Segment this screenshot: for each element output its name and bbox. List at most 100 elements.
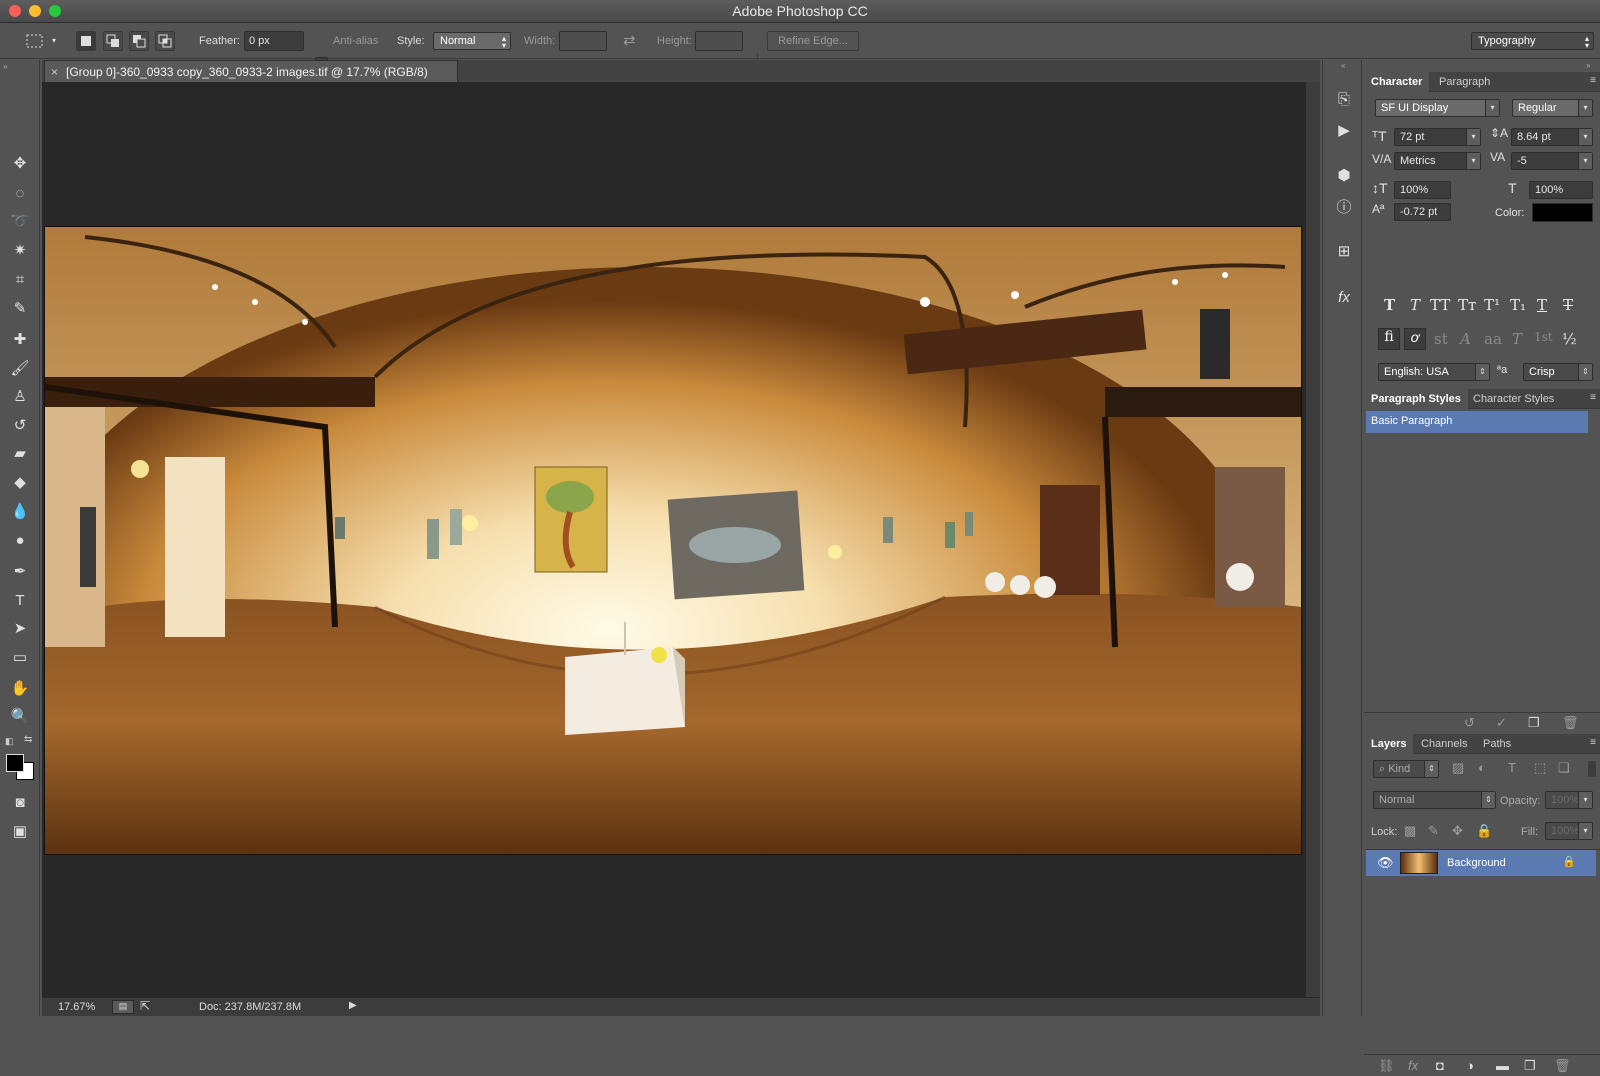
font-style-select[interactable]: Regular ▾	[1512, 99, 1593, 117]
font-family-select[interactable]: SF UI Display ▾	[1375, 99, 1500, 117]
discretionary-ligatures-button[interactable]: st	[1434, 330, 1448, 348]
tab-character[interactable]: Character	[1364, 72, 1430, 92]
tab-paragraph[interactable]: Paragraph	[1432, 72, 1497, 92]
panel-menu-icon[interactable]: ≡	[1590, 737, 1596, 748]
panel-menu-icon[interactable]: ≡	[1590, 75, 1596, 86]
zoom-tool-icon[interactable]: 🔍	[8, 705, 32, 727]
small-caps-button[interactable]: Tт	[1458, 296, 1476, 314]
pen-tool-icon[interactable]: ✒	[8, 560, 32, 582]
marquee-preset-icon[interactable]	[22, 31, 48, 51]
elliptical-marquee-tool-icon[interactable]: ◌	[8, 182, 32, 204]
lock-pixels-icon[interactable]: ✎	[1428, 823, 1439, 839]
clear-override-icon[interactable]: ↺	[1464, 715, 1475, 731]
titling-alternates-button[interactable]: T	[1512, 330, 1522, 348]
tab-paths[interactable]: Paths	[1476, 734, 1518, 754]
collapse-arrows-icon[interactable]: »	[3, 62, 7, 71]
link-layers-icon[interactable]: ⛓	[1378, 1058, 1395, 1074]
tracking-input[interactable]: -5 ▾	[1511, 152, 1593, 170]
superscript-button[interactable]: T¹	[1484, 296, 1500, 314]
share-icon[interactable]: ⇱	[140, 999, 150, 1013]
brush-tool-icon[interactable]: 🖌	[8, 357, 32, 379]
baseline-shift-input[interactable]: -0.72 pt	[1394, 203, 1451, 221]
width-input[interactable]	[559, 31, 607, 51]
tab-channels[interactable]: Channels	[1414, 734, 1474, 754]
magic-wand-tool-icon[interactable]: ✷	[8, 239, 32, 261]
paint-bucket-tool-icon[interactable]: ◆	[8, 471, 32, 493]
crop-tool-icon[interactable]: ⌗	[8, 268, 32, 290]
new-layer-icon[interactable]: ❐	[1524, 1058, 1536, 1074]
new-selection-icon[interactable]	[76, 31, 96, 51]
old-style-button[interactable]: ơ	[1404, 328, 1426, 350]
lock-position-icon[interactable]: ✥	[1452, 823, 1463, 839]
kerning-select[interactable]: Metrics ▾	[1394, 152, 1481, 170]
swash-button[interactable]: A	[1460, 330, 1471, 348]
new-group-icon[interactable]: ▬	[1496, 1058, 1509, 1073]
strikethrough-button[interactable]: T	[1563, 296, 1573, 314]
opacity-input[interactable]: 100% ▾	[1545, 791, 1593, 809]
fractions-button[interactable]: ½	[1562, 330, 1577, 348]
filter-toggle[interactable]	[1588, 761, 1596, 777]
status-menu-arrow-icon[interactable]: ▶	[349, 1000, 357, 1011]
delete-layer-icon[interactable]: 🗑	[1554, 1058, 1571, 1074]
collapse-arrows-icon[interactable]: «	[1341, 61, 1345, 70]
adjustment-filter-icon[interactable]: ◐	[1478, 760, 1486, 775]
move-tool-icon[interactable]: ✥	[8, 152, 32, 174]
zoom-level[interactable]: 17.67%	[58, 1001, 95, 1013]
layer-filter-select[interactable]: ⌕ Kind ⇕	[1373, 760, 1439, 778]
eraser-tool-icon[interactable]: ▰	[8, 442, 32, 464]
delete-style-icon[interactable]: 🗑	[1562, 715, 1579, 731]
clone-stamp-tool-icon[interactable]: ♙	[8, 385, 32, 407]
history-brush-tool-icon[interactable]: ↺	[8, 414, 32, 436]
path-selection-tool-icon[interactable]: ➤	[8, 617, 32, 639]
close-tab-icon[interactable]: ×	[51, 65, 58, 79]
info-panel-icon[interactable]: ⓘ	[1333, 195, 1355, 217]
horizontal-scale-input[interactable]: 100%	[1529, 181, 1593, 199]
rectangle-tool-icon[interactable]: ▭	[8, 646, 32, 668]
feather-input[interactable]: 0 px	[244, 31, 304, 51]
panorama-image[interactable]	[45, 227, 1301, 854]
screen-mode-icon[interactable]: ▣	[8, 820, 32, 842]
document-tab[interactable]: × [Group 0]-360_0933 copy_360_0933-2 imag…	[44, 60, 458, 82]
quick-mask-icon[interactable]: ◙	[8, 791, 32, 813]
styles-panel-icon[interactable]: fx	[1333, 286, 1355, 308]
collapse-arrows-icon[interactable]: »	[1586, 61, 1590, 70]
smart-object-filter-icon[interactable]: ❏	[1558, 760, 1570, 776]
vertical-scrollbar[interactable]	[1306, 82, 1320, 997]
fx-icon[interactable]: fx	[1408, 1058, 1418, 1073]
tab-paragraph-styles[interactable]: Paragraph Styles	[1364, 389, 1468, 409]
intersect-selection-icon[interactable]	[155, 31, 175, 51]
leading-input[interactable]: 8.64 pt ▾	[1511, 128, 1593, 146]
layer-row[interactable]: 👁 Background 🔒	[1366, 850, 1596, 876]
adjustment-layer-icon[interactable]: ◑	[1466, 1058, 1474, 1073]
subtract-from-selection-icon[interactable]	[129, 31, 149, 51]
workspace-select[interactable]: Typography ▴ ▾	[1471, 32, 1594, 50]
add-to-selection-icon[interactable]	[103, 31, 123, 51]
fill-input[interactable]: 100% ▾	[1545, 822, 1593, 840]
font-size-input[interactable]: 72 pt ▾	[1394, 128, 1481, 146]
faux-italic-button[interactable]: T	[1410, 296, 1420, 314]
ligatures-button[interactable]: fi	[1378, 328, 1400, 350]
shape-filter-icon[interactable]: ⬚	[1534, 760, 1546, 776]
pixel-filter-icon[interactable]: ▨	[1452, 760, 1464, 776]
history-panel-icon[interactable]: ⎘	[1333, 88, 1355, 110]
subscript-button[interactable]: T₁	[1510, 296, 1526, 314]
eye-visibility-icon[interactable]: 👁	[1377, 855, 1394, 871]
underline-button[interactable]: T	[1537, 296, 1547, 314]
add-mask-icon[interactable]: ◘	[1436, 1058, 1444, 1073]
type-filter-icon[interactable]: T	[1508, 760, 1516, 775]
height-input[interactable]	[695, 31, 743, 51]
all-caps-button[interactable]: TT	[1430, 296, 1450, 314]
blend-mode-select[interactable]: Normal ⇕	[1373, 791, 1496, 809]
panel-menu-icon[interactable]: ≡	[1590, 392, 1596, 403]
tab-character-styles[interactable]: Character Styles	[1466, 389, 1561, 409]
antialias-select[interactable]: Crisp ⇕	[1523, 363, 1593, 381]
refine-edge-button[interactable]: Refine Edge...	[767, 31, 859, 51]
new-style-icon[interactable]: ❐	[1528, 715, 1540, 731]
grid-panel-icon[interactable]: ⊞	[1333, 240, 1355, 262]
faux-bold-button[interactable]: T	[1384, 296, 1395, 314]
lock-all-icon[interactable]: 🔒	[1476, 823, 1492, 839]
language-select[interactable]: English: USA ⇕	[1378, 363, 1490, 381]
ordinals-button[interactable]: 1st	[1534, 330, 1553, 344]
text-color-swatch[interactable]	[1532, 203, 1593, 222]
3d-panel-icon[interactable]: ⬢	[1333, 164, 1355, 186]
